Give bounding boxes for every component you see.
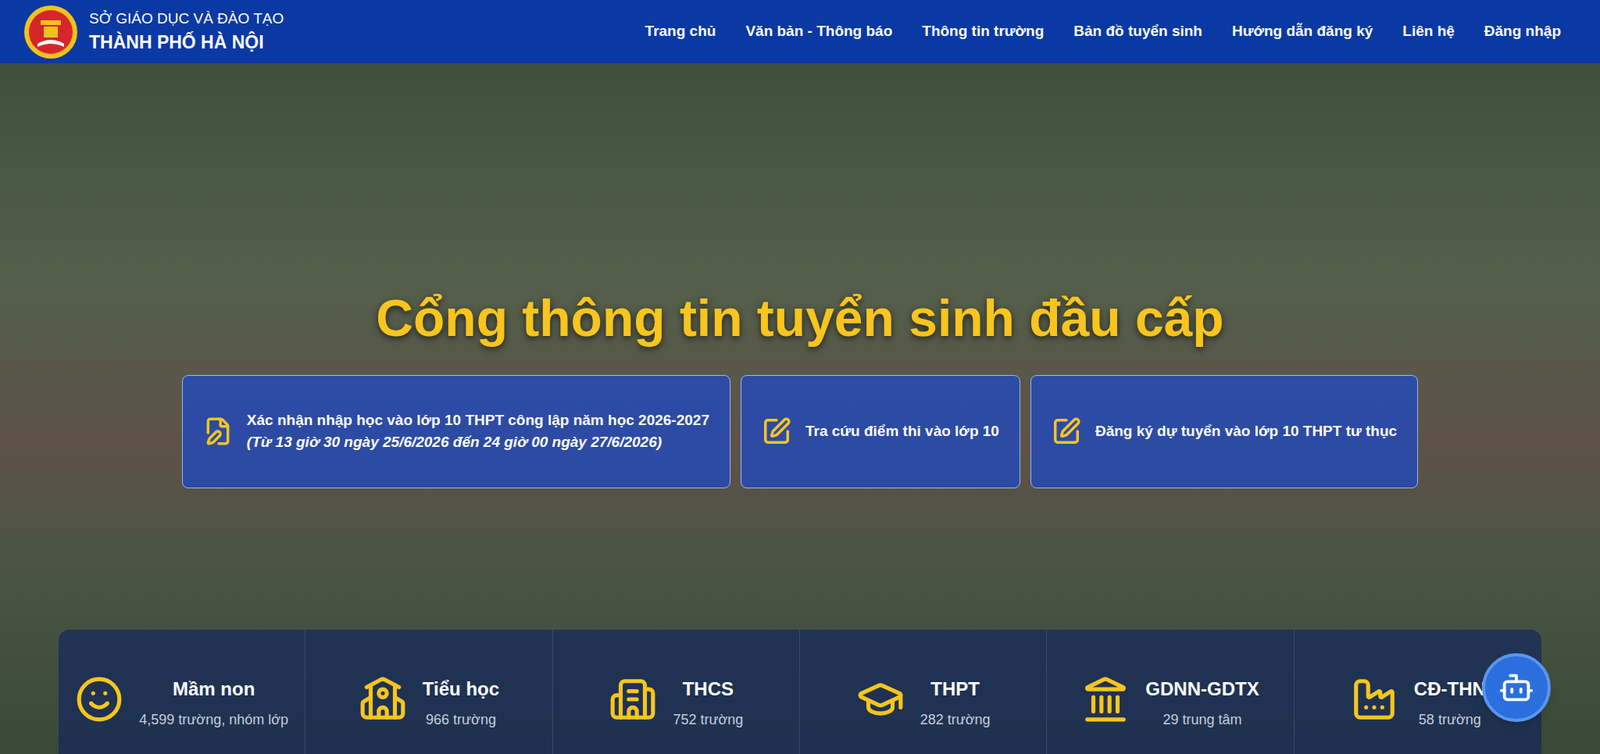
stat-name: CĐ-THN [1414, 675, 1486, 704]
action-card[interactable]: Tra cứu điểm thi vào lớp 10 [740, 375, 1021, 489]
stat-item[interactable]: Mầm non 4,599 trường, nhóm lớp [58, 629, 306, 754]
stat-name: GDNN-GDTX [1145, 675, 1259, 704]
main-nav: Trang chủ Văn bản - Thông báo Thông tin tr… [645, 20, 1561, 43]
edit-icon [1051, 416, 1082, 447]
nav-item[interactable]: Bản đồ tuyển sinh [1073, 20, 1203, 43]
action-label: Xác nhận nhập học vào lớp 10 THPT công l… [246, 409, 710, 433]
hero: Cổng thông tin tuyển sinh đầu cấp Xác nhậ… [0, 63, 1600, 754]
stat-name: THCS [682, 675, 734, 704]
org-line2: THÀNH PHỐ HÀ NỘI [89, 31, 284, 54]
stat-count: 966 trường [425, 709, 497, 731]
stat-name: Tiểu học [422, 675, 500, 704]
edit-icon [761, 416, 792, 447]
edit-icon [203, 416, 233, 447]
action-note: (Từ 13 giờ 30 ngày 25/6/2026 đến 24 giờ … [246, 431, 710, 454]
category-icon [1081, 675, 1130, 724]
stat-name: THPT [930, 675, 980, 704]
chatbot-button[interactable] [1482, 653, 1551, 722]
nav-item[interactable]: Trang chủ [645, 20, 717, 43]
stat-item[interactable]: THPT 282 trường [800, 629, 1047, 754]
stat-count: 282 trường [920, 709, 991, 731]
org-line1: SỞ GIÁO DỤC VÀ ĐÀO TẠO [89, 9, 284, 29]
stats-bar: Mầm non 4,599 trường, nhóm lớp Tiểu học 966… [58, 629, 1542, 754]
category-icon [75, 675, 124, 724]
robot-icon [1498, 669, 1535, 706]
nav-item[interactable]: Hướng dẫn đăng ký [1232, 20, 1373, 43]
stat-name: Mầm non [172, 675, 255, 704]
stat-count: 752 trường [672, 709, 743, 731]
action-cards: Xác nhận nhập học vào lớp 10 THPT công l… [182, 375, 1418, 489]
category-icon [1350, 675, 1399, 724]
logo-icon [23, 4, 79, 60]
nav-item[interactable]: Thông tin trường [921, 20, 1044, 43]
stat-item[interactable]: THCS 752 trường [553, 629, 800, 754]
action-card[interactable]: Xác nhận nhập học vào lớp 10 THPT công l… [182, 375, 731, 489]
action-label: Tra cứu điểm thi vào lớp 10 [805, 420, 1000, 443]
category-icon [856, 675, 905, 724]
nav-item[interactable]: Văn bản - Thông báo [745, 20, 893, 43]
action-label: Đăng ký dự tuyển vào lớp 10 THPT tư thục [1095, 420, 1397, 443]
nav-item[interactable]: Đăng nhập [1484, 20, 1561, 43]
hero-title: Cổng thông tin tuyển sinh đầu cấp [375, 289, 1224, 347]
category-icon [358, 675, 408, 724]
brand[interactable]: SỞ GIÁO DỤC VÀ ĐÀO TẠOTHÀNH PHỐ HÀ NỘI [23, 4, 284, 60]
action-card[interactable]: Đăng ký dự tuyển vào lớp 10 THPT tư thục [1030, 375, 1418, 489]
stat-count: 58 trường [1418, 709, 1482, 731]
nav-item[interactable]: Liên hệ [1402, 20, 1455, 43]
top-bar: SỞ GIÁO DỤC VÀ ĐÀO TẠOTHÀNH PHỐ HÀ NỘI Tr… [0, 0, 1600, 64]
page: SỞ GIÁO DỤC VÀ ĐÀO TẠOTHÀNH PHỐ HÀ NỘI Tr… [0, 0, 1600, 754]
stat-count: 29 trung tâm [1162, 709, 1242, 731]
stat-count: 4,599 trường, nhóm lớp [139, 709, 289, 731]
category-icon [608, 675, 658, 724]
stat-item[interactable]: GDNN-GDTX 29 trung tâm [1046, 629, 1294, 754]
stat-item[interactable]: Tiểu học 966 trường [305, 629, 553, 754]
